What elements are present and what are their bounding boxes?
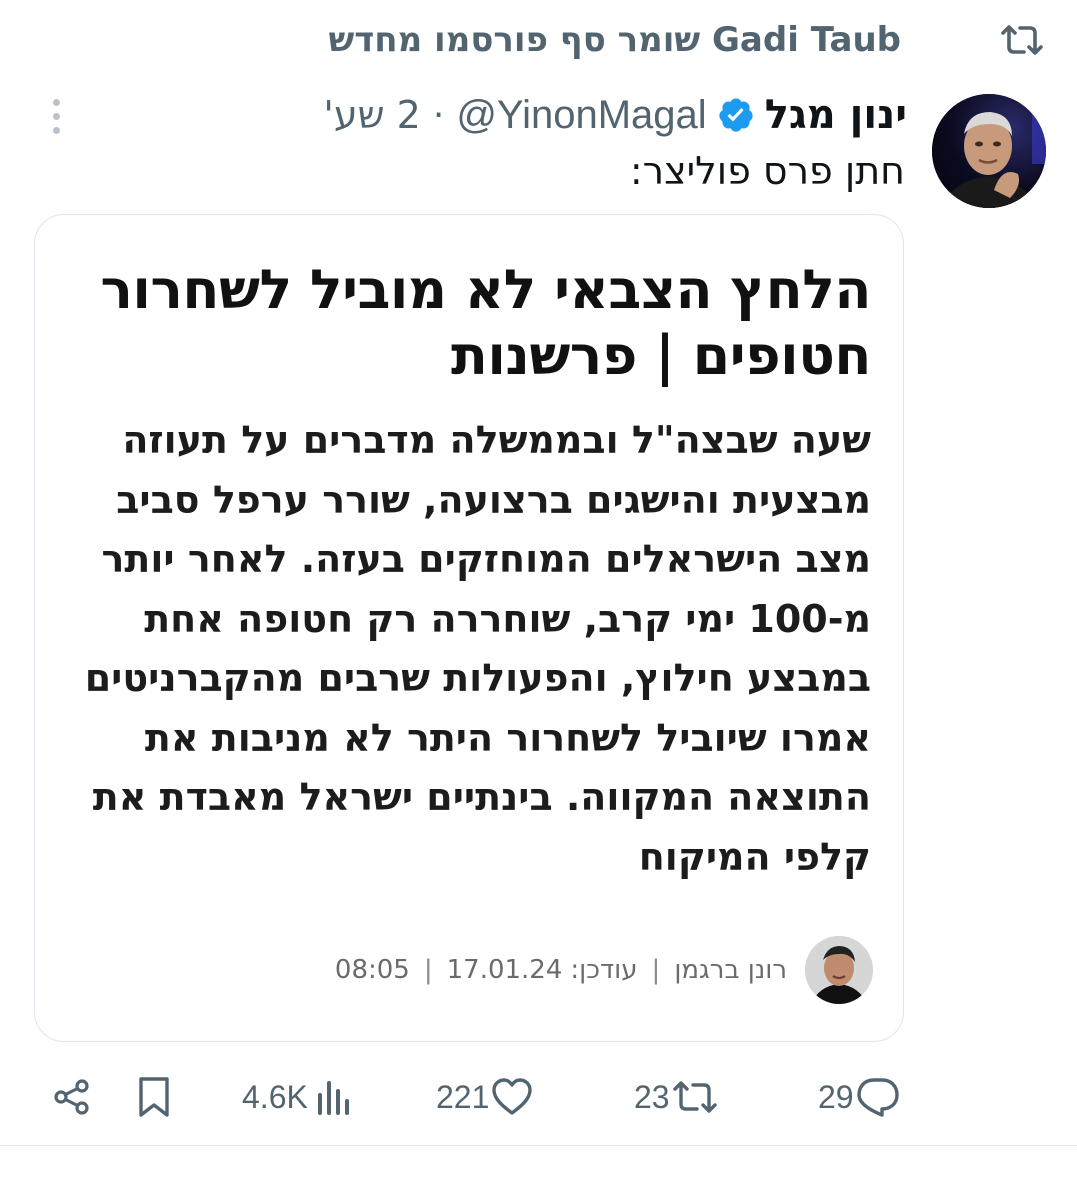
retweet-icon [672, 1079, 718, 1115]
avatar[interactable] [932, 94, 1046, 208]
author-handle[interactable]: @YinonMagal [456, 93, 706, 138]
share-button[interactable] [52, 1062, 92, 1132]
reply-button[interactable]: 29 [818, 1062, 900, 1132]
views-button[interactable]: 4.6K [242, 1062, 350, 1132]
tweet-author-line: ינון מגל @YinonMagal · 2 שע' [323, 86, 907, 144]
like-count: 221 [436, 1078, 490, 1115]
like-button[interactable]: 221 [436, 1062, 533, 1132]
retweet-header[interactable]: Gadi Taub שומר סף פורסמו מחדש [328, 14, 1045, 66]
tweet-media-card[interactable]: הלחץ הצבאי לא מוביל לשחרור חטופים | פרשנ… [34, 214, 904, 1042]
more-options-icon[interactable] [38, 94, 74, 138]
updated-date: 17.01.24 [446, 955, 563, 985]
separator-dot: · [432, 94, 445, 136]
byline-separator-2: | [423, 955, 433, 985]
updated-time: 08:05 [334, 955, 410, 985]
article-headline: הלחץ הצבאי לא מוביל לשחרור חטופים | פרשנ… [100, 258, 871, 387]
share-icon [52, 1077, 92, 1117]
analytics-icon [316, 1079, 350, 1115]
byline-separator: | [651, 955, 661, 985]
reporter-name: רונן ברגמן [674, 955, 787, 985]
retweet-icon [999, 17, 1045, 63]
reporter-avatar [805, 936, 873, 1004]
reply-icon [856, 1077, 900, 1117]
article-body: שעה שבצה"ל ובממשלה מדברים על תעוזה מבצעי… [84, 418, 871, 879]
retweeted-by-text[interactable]: Gadi Taub שומר סף פורסמו מחדש [328, 20, 901, 60]
updated-label: עודכן: [570, 955, 638, 985]
reply-count: 29 [818, 1078, 854, 1115]
repost-count: 23 [634, 1078, 670, 1115]
views-count: 4.6K [242, 1078, 308, 1115]
author-name[interactable]: ינון מגל [765, 92, 907, 138]
repost-button[interactable]: 23 [634, 1062, 718, 1132]
verified-badge-icon[interactable] [717, 96, 755, 134]
tweet-action-bar: 4.6K 221 23 29 [0, 1062, 1077, 1132]
article-byline: רונן ברגמן | עודכן: 17.01.24 | 08:05 [335, 935, 873, 1005]
tweet-text: חתן פרס פוליצר: [629, 149, 905, 193]
tweet-time[interactable]: 2 שע' [323, 93, 420, 137]
bookmark-button[interactable] [136, 1062, 172, 1132]
bookmark-icon [136, 1076, 172, 1118]
heart-icon [491, 1078, 533, 1116]
divider [0, 1145, 1077, 1146]
